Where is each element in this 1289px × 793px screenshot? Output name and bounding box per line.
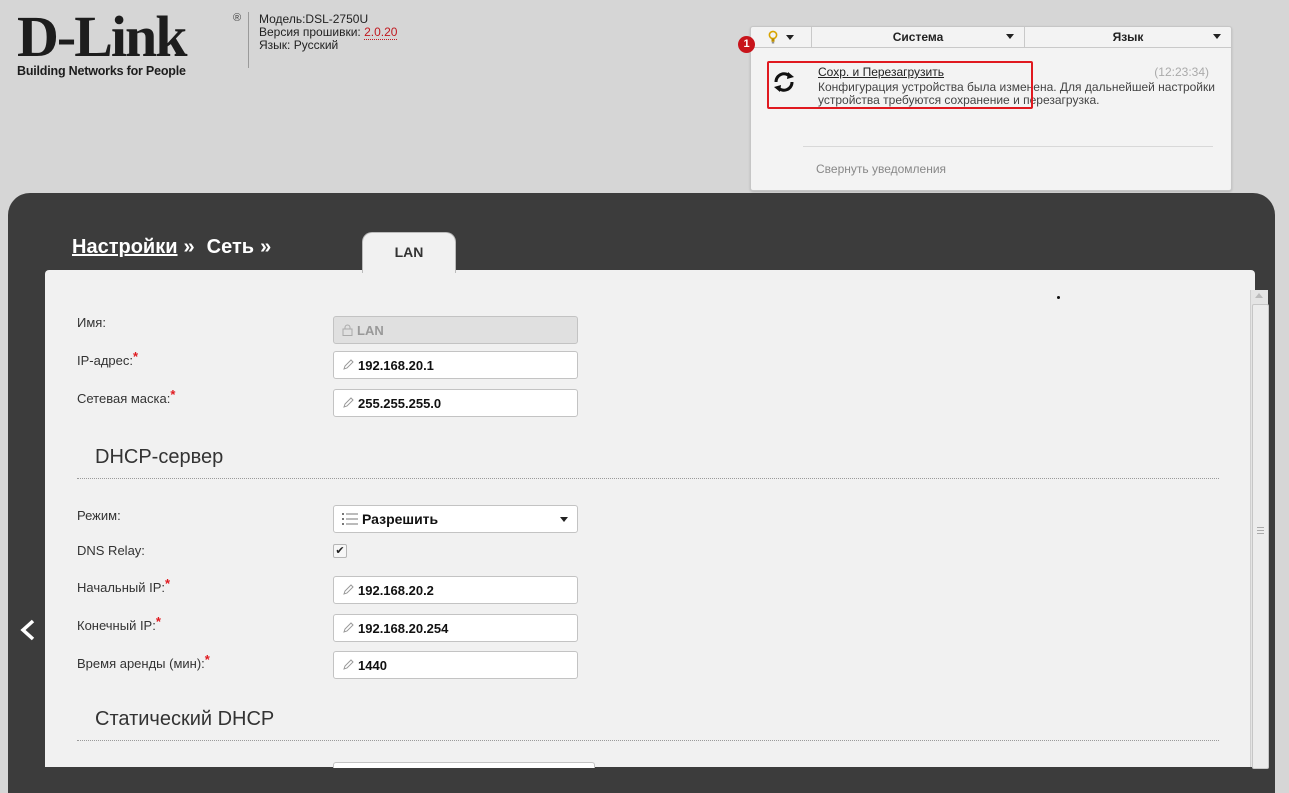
start-ip-label-text: Начальный IP: [77, 580, 165, 595]
chevron-down-icon [786, 34, 794, 40]
model-value: DSL-2750U [305, 12, 369, 26]
end-ip-value: 192.168.20.254 [358, 620, 449, 636]
breadcrumb-network: Сеть [206, 236, 255, 258]
notification-count-badge[interactable]: 1 [738, 36, 755, 53]
model-label: Модель: [259, 12, 306, 26]
scrollbar-thumb[interactable] [1252, 304, 1269, 769]
section-divider [77, 478, 1219, 479]
end-ip-label: Конечный IP:* [77, 614, 161, 633]
end-ip-label-text: Конечный IP: [77, 618, 156, 633]
subnet-mask-input[interactable]: 255.255.255.0 [333, 389, 578, 417]
static-dhcp-table-edge [333, 762, 595, 768]
highlight-frame [767, 61, 1033, 109]
mode-label-text: Режим: [77, 508, 121, 523]
lock-icon [342, 324, 353, 336]
pencil-icon [343, 659, 354, 670]
start-ip-label: Начальный IP:* [77, 576, 170, 595]
language-menu-label: Язык [1112, 30, 1144, 44]
dns-relay-label-text: DNS Relay: [77, 543, 145, 558]
back-arrow-icon[interactable] [18, 619, 38, 641]
breadcrumb: Настройки » Сеть » [72, 236, 283, 259]
mask-label: Сетевая маска:* [77, 387, 175, 406]
chevron-down-icon [1213, 34, 1221, 39]
firmware-link[interactable]: 2.0.20 [364, 25, 398, 40]
content-panel [45, 270, 1255, 767]
lease-time-input[interactable]: 1440 [333, 651, 578, 679]
required-mark: * [165, 576, 171, 591]
ip-label-text: IP-адрес: [77, 353, 133, 368]
ip-label: IP-адрес:* [77, 349, 138, 368]
list-icon [342, 513, 358, 525]
ip-address-input[interactable]: 192.168.20.1 [333, 351, 578, 379]
dns-relay-checkbox[interactable]: ✔ [333, 544, 347, 558]
chevron-down-icon [1006, 34, 1014, 39]
scroll-up-icon[interactable] [1255, 293, 1263, 298]
logo-wordmark: D-Link [17, 4, 188, 69]
name-value: LAN [357, 322, 384, 338]
device-info: Модель:DSL-2750U Версия прошивки: 2.0.20… [259, 12, 398, 52]
notification-time: (12:23:34) [1154, 65, 1209, 79]
pencil-icon [343, 622, 354, 633]
name-field: LAN [333, 316, 578, 344]
name-label: Имя: [77, 315, 106, 330]
required-mark: * [204, 652, 210, 667]
required-mark: * [155, 614, 161, 629]
system-menu-label: Система [892, 30, 944, 44]
start-ip-input[interactable]: 192.168.20.2 [333, 576, 578, 604]
start-ip-value: 192.168.20.2 [358, 582, 434, 598]
pencil-icon [343, 359, 354, 370]
pencil-icon [343, 397, 354, 408]
dns-relay-label: DNS Relay: [77, 543, 145, 558]
static-dhcp-section-title: Статический DHCP [95, 708, 275, 730]
dhcp-mode-value: Разрешить [362, 511, 439, 527]
required-mark: * [170, 387, 176, 402]
notifications-toggle[interactable] [751, 27, 812, 47]
chevron-down-icon [560, 517, 568, 522]
breadcrumb-separator: » [260, 236, 272, 258]
mask-label-text: Сетевая маска: [77, 391, 171, 406]
required-mark: * [133, 349, 139, 364]
lease-time-label: Время аренды (мин):* [77, 652, 210, 671]
language-menu[interactable]: Язык [1025, 27, 1231, 47]
lease-time-value: 1440 [358, 657, 387, 673]
notification-divider [803, 146, 1213, 147]
name-label-text: Имя: [77, 315, 106, 330]
scrollbar[interactable] [1250, 290, 1269, 769]
stray-dot [1057, 296, 1060, 299]
language-label: Язык: [259, 38, 291, 52]
registered-mark: ® [233, 12, 242, 24]
firmware-label: Версия прошивки: [259, 25, 361, 39]
section-divider [77, 740, 1219, 741]
top-menu: Система Язык [751, 27, 1231, 48]
end-ip-input[interactable]: 192.168.20.254 [333, 614, 578, 642]
breadcrumb-separator: » [183, 236, 195, 258]
breadcrumb-settings-link[interactable]: Настройки [72, 236, 178, 259]
dhcp-mode-select[interactable]: Разрешить [333, 505, 578, 533]
pencil-icon [343, 584, 354, 595]
lightbulb-icon [768, 30, 778, 44]
language-value: Русский [293, 38, 339, 52]
lease-time-label-text: Время аренды (мин): [77, 656, 205, 671]
tab-lan[interactable]: LAN [362, 232, 456, 273]
grip-icon [1257, 527, 1264, 536]
collapse-notifications-link[interactable]: Свернуть уведомления [816, 162, 946, 176]
mode-label: Режим: [77, 508, 121, 523]
ip-address-value: 192.168.20.1 [358, 357, 434, 373]
header-divider [248, 12, 249, 68]
dlink-logo: D-Link ® Building Networks for People [17, 4, 242, 79]
dhcp-section-title: DHCP-сервер [95, 446, 224, 468]
system-menu[interactable]: Система [812, 27, 1025, 47]
subnet-mask-value: 255.255.255.0 [358, 395, 442, 411]
